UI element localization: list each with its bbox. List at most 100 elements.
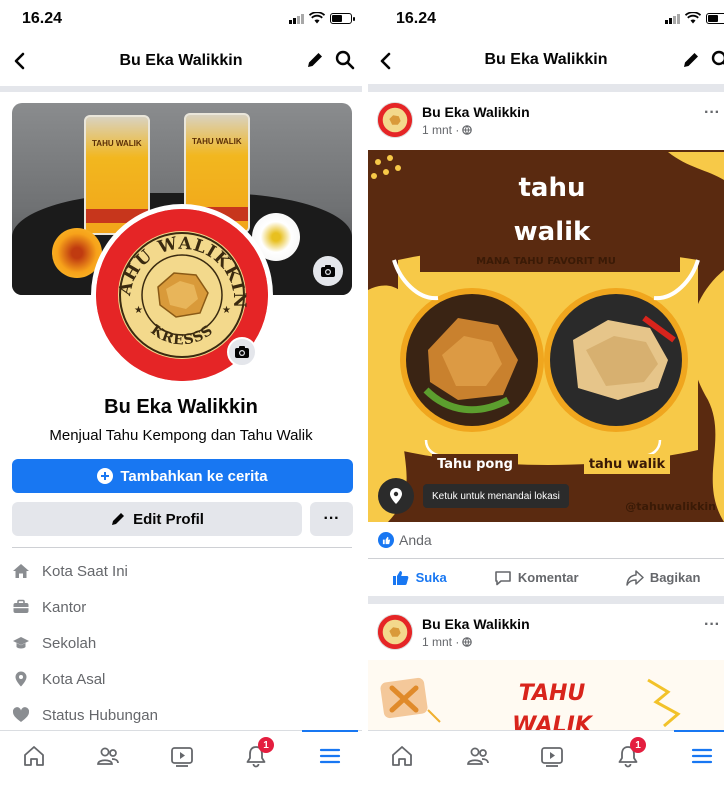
location-pin-icon <box>15 671 27 687</box>
bottom-tab-bar: 1 <box>0 730 362 787</box>
post-more-icon[interactable]: ··· <box>704 104 720 122</box>
heart-icon <box>12 707 30 722</box>
search-icon[interactable] <box>334 49 356 71</box>
tahu-walik-poster-2: TAHU WALIK <box>368 660 724 740</box>
status-bar: 16.24 <box>0 0 362 36</box>
profile-nav-bar: Bu Eka Walikkin <box>0 36 362 86</box>
search-icon[interactable] <box>710 49 724 71</box>
like-reaction-icon <box>378 532 394 548</box>
svg-text:tahu: tahu <box>519 173 586 203</box>
tag-location-hint: Ketuk untuk menandai lokasi <box>423 484 569 508</box>
status-bar: 16.24 <box>368 0 724 36</box>
battery-icon <box>330 12 355 24</box>
home-icon <box>13 564 29 578</box>
location-pin-icon <box>390 488 402 504</box>
section-divider <box>0 86 362 92</box>
wifi-icon <box>685 12 701 24</box>
back-arrow-icon[interactable] <box>8 48 34 74</box>
info-label: Status Hubungan <box>42 706 158 724</box>
info-item-hometown[interactable]: Kota Asal <box>12 661 352 697</box>
info-item-current-city[interactable]: Kota Saat Ini <box>12 553 352 589</box>
info-label: Kantor <box>42 598 87 616</box>
cover-camera-button[interactable] <box>313 256 343 286</box>
info-item-work[interactable]: Kantor <box>12 589 352 625</box>
back-arrow-icon[interactable] <box>374 48 400 74</box>
nav-title: Bu Eka Walikkin <box>484 51 608 68</box>
svg-text:@tahuwalikkin: @tahuwalikkin <box>625 500 716 513</box>
tab-home[interactable] <box>14 739 54 773</box>
share-arrow-icon <box>626 569 644 586</box>
hamburger-menu-icon <box>691 748 713 764</box>
add-to-story-button[interactable]: Tambahkan ke cerita <box>12 459 353 493</box>
info-label: Kota Asal <box>42 670 106 688</box>
post-image[interactable]: tahu walik MANA TAHU FAVORIT MU Tahu pon… <box>368 150 724 522</box>
hamburger-menu-icon <box>319 748 341 764</box>
post-author-name[interactable]: Bu Eka Walikkin <box>422 616 530 632</box>
info-divider <box>12 547 352 548</box>
tahu-walik-poster: tahu walik MANA TAHU FAVORIT MU Tahu pon… <box>368 150 724 522</box>
share-button[interactable]: Bagikan <box>626 569 701 586</box>
tag-location-button[interactable] <box>378 478 414 514</box>
feed-divider <box>368 84 724 92</box>
video-play-icon <box>171 747 193 767</box>
graduation-cap-icon <box>13 637 29 649</box>
feed-divider <box>368 596 724 604</box>
pencil-icon[interactable] <box>680 49 702 71</box>
globe-icon <box>462 125 473 135</box>
feed-screen: 16.24 Bu Eka Walikkin Bu Eka Walikkin 1 … <box>368 0 724 787</box>
info-item-school[interactable]: Sekolah <box>12 625 352 661</box>
more-options-label: ··· <box>323 510 340 527</box>
nav-title: Bu Eka Walikkin <box>119 52 243 69</box>
tab-friends[interactable] <box>88 739 128 773</box>
post-image[interactable]: TAHU WALIK <box>368 660 724 740</box>
status-icons <box>665 12 724 24</box>
friends-icon <box>97 747 119 765</box>
edit-profile-button[interactable]: Edit Profil <box>12 502 302 536</box>
svg-text:TAHU: TAHU <box>519 681 586 706</box>
status-time: 16.24 <box>396 10 437 27</box>
post-timestamp: 1 mnt · <box>422 635 473 649</box>
reactions-summary[interactable]: Anda <box>368 522 724 558</box>
info-item-relationship[interactable]: Status Hubungan <box>12 697 352 733</box>
thumbs-up-icon <box>392 570 408 585</box>
tab-friends[interactable] <box>458 739 498 773</box>
pencil-icon <box>112 513 125 525</box>
profile-bio: Menjual Tahu Kempong dan Tahu Walik <box>49 427 313 444</box>
plus-circle-icon <box>97 468 114 484</box>
tab-watch[interactable] <box>162 739 202 773</box>
tab-watch[interactable] <box>532 739 572 773</box>
like-button[interactable]: Suka <box>392 570 447 586</box>
post-header: Bu Eka Walikkin 1 mnt · ··· <box>368 92 724 150</box>
tab-menu[interactable] <box>302 730 358 773</box>
comment-button[interactable]: Komentar <box>494 570 579 586</box>
avatar-camera-button[interactable] <box>227 337 257 367</box>
signal-icon <box>665 13 680 24</box>
globe-icon <box>462 637 473 647</box>
tab-home[interactable] <box>382 739 422 773</box>
signal-icon <box>289 13 304 24</box>
notification-badge: 1 <box>258 737 274 753</box>
profile-screen: 16.24 Bu Eka Walikkin TAHU WALIK TAHU WA… <box>0 0 362 787</box>
post-author-avatar[interactable] <box>377 102 413 138</box>
camera-icon <box>321 265 335 277</box>
post-header: Bu Eka Walikkin 1 mnt · ··· <box>368 604 724 660</box>
post-author-name[interactable]: Bu Eka Walikkin <box>422 104 530 120</box>
post-author-avatar[interactable] <box>377 614 413 650</box>
home-icon <box>392 746 412 766</box>
share-label: Bagikan <box>649 570 701 585</box>
tab-menu[interactable] <box>674 730 724 773</box>
home-icon <box>24 746 44 766</box>
tab-notifications[interactable]: 1 <box>608 737 648 773</box>
pencil-icon[interactable] <box>304 49 326 71</box>
post-actions: Suka Komentar Bagikan <box>368 558 724 596</box>
briefcase-icon <box>13 599 29 613</box>
status-icons <box>289 12 355 24</box>
battery-icon <box>706 12 724 24</box>
bottom-tab-bar: 1 <box>368 730 724 787</box>
post-more-icon[interactable]: ··· <box>704 616 720 634</box>
info-label: Kota Saat Ini <box>42 562 128 580</box>
tab-notifications[interactable]: 1 <box>236 737 276 773</box>
add-to-story-label: Tambahkan ke cerita <box>120 467 268 485</box>
more-options-button[interactable]: ··· <box>310 502 353 536</box>
feed-post: Bu Eka Walikkin 1 mnt · ··· TAHU WALIK <box>368 604 724 740</box>
